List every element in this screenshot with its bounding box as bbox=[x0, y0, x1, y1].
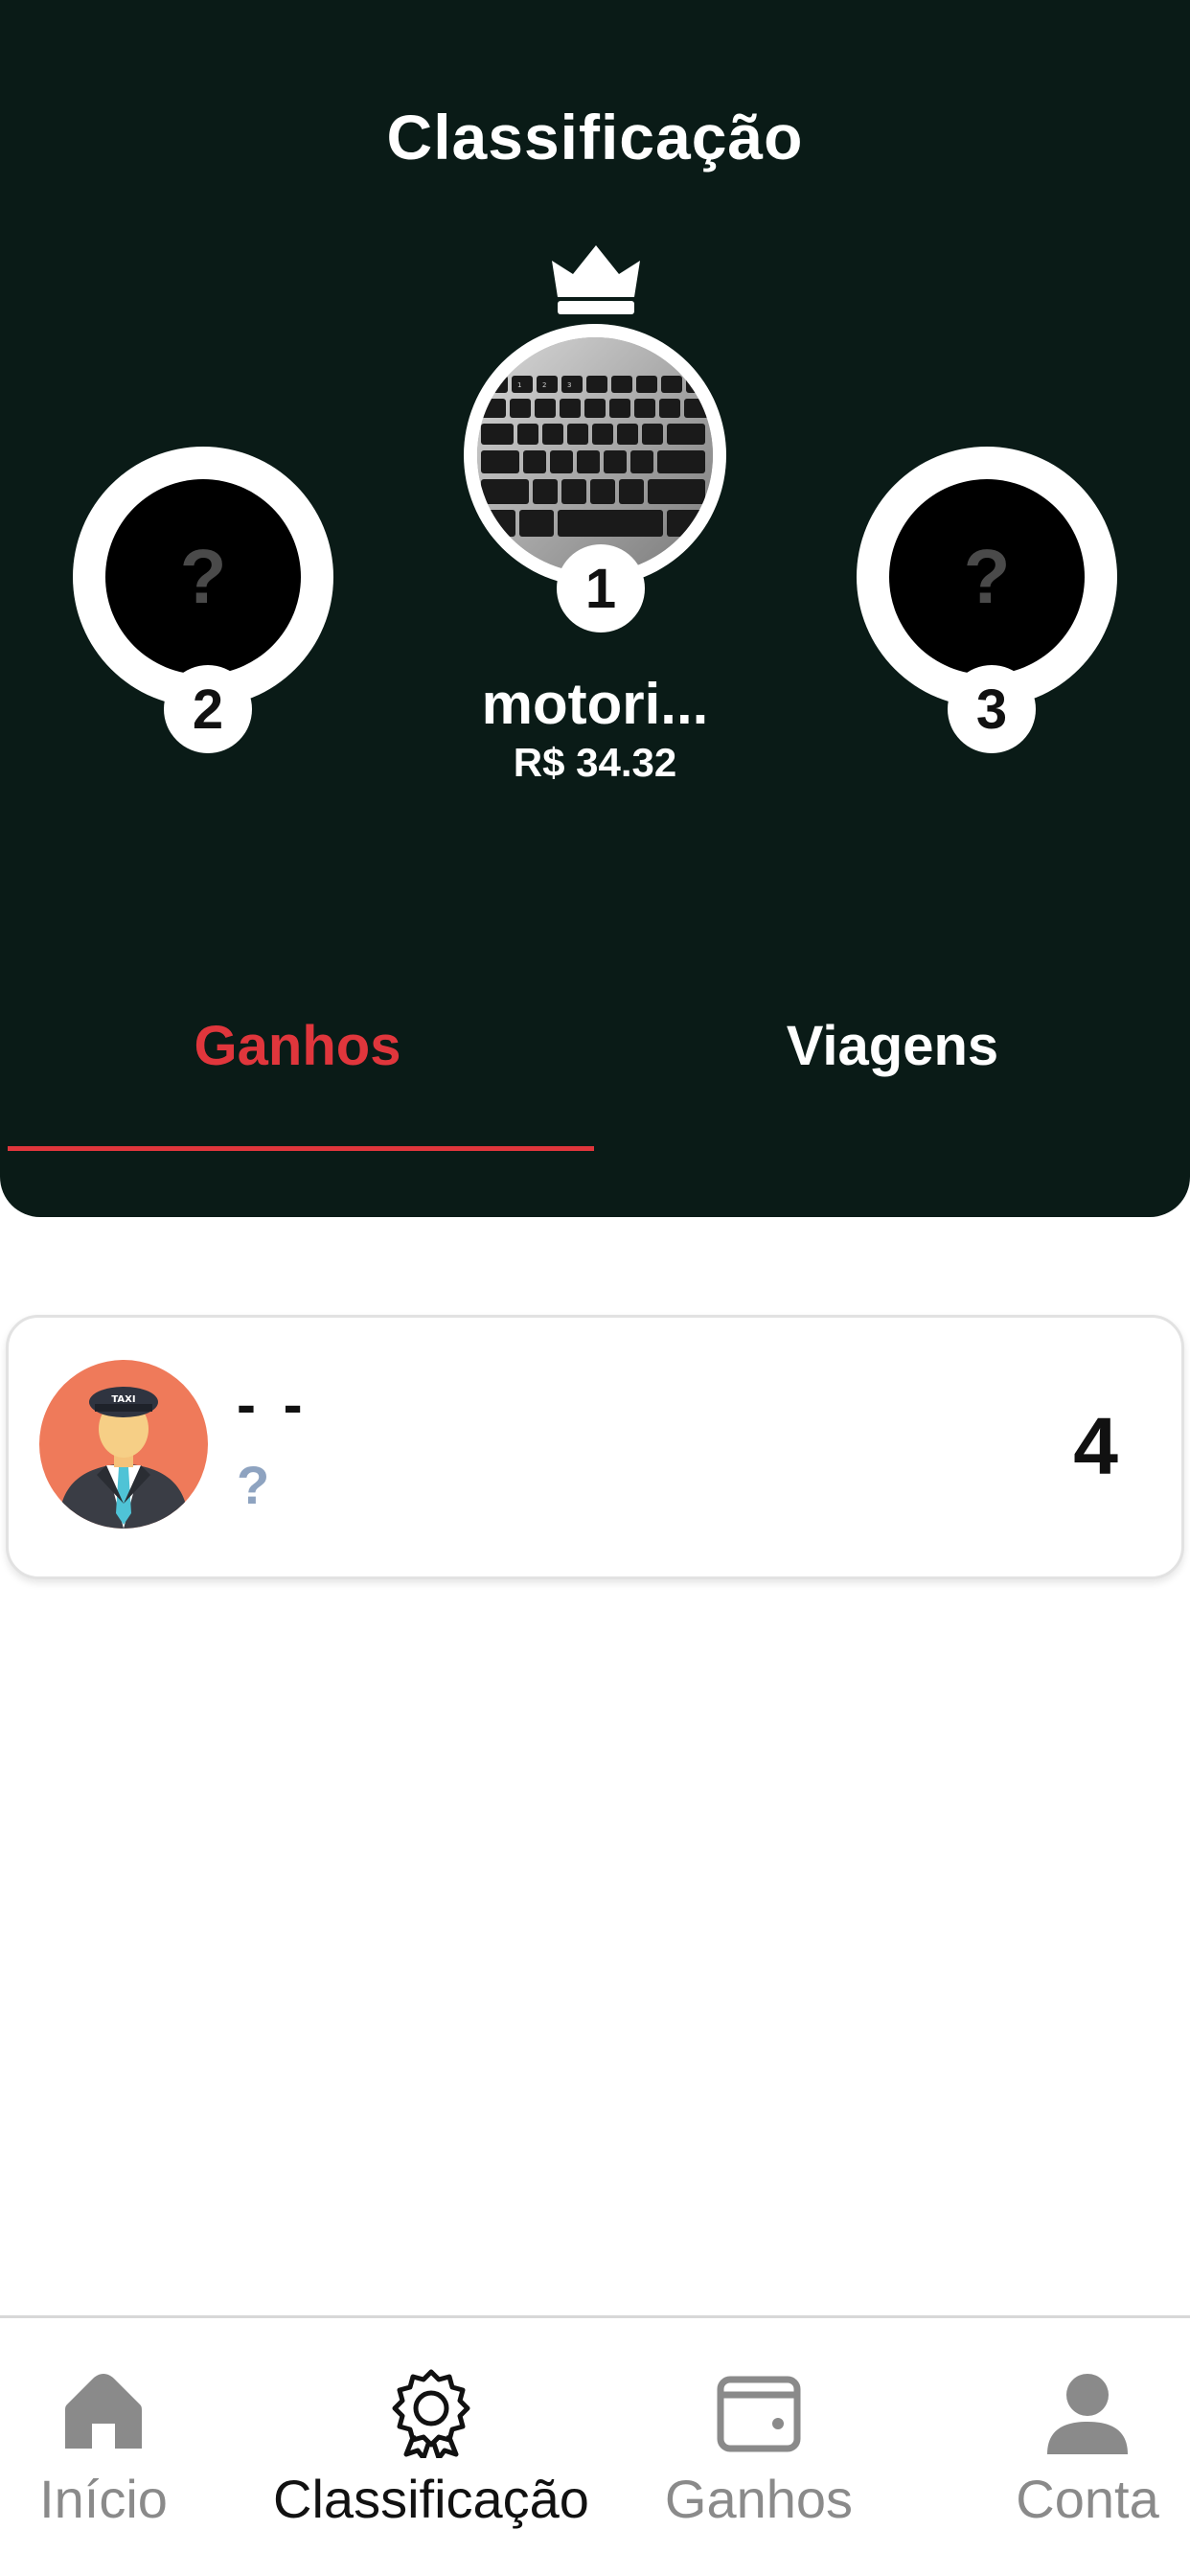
keyboard-photo: 1 2 3 bbox=[477, 337, 713, 573]
bottom-navigation: Início Classificação Ganhos Conta bbox=[0, 2315, 1190, 2576]
crown-icon bbox=[552, 245, 640, 314]
first-place-value: R$ 34.32 bbox=[513, 740, 677, 785]
nav-item-ganhos[interactable]: Ganhos bbox=[652, 2318, 866, 2576]
nav-item-classificacao[interactable]: Classificação bbox=[259, 2318, 604, 2576]
rank-badge-second: 2 bbox=[164, 665, 252, 753]
unknown-avatar-placeholder: ? bbox=[889, 479, 1085, 675]
unknown-avatar-placeholder: ? bbox=[105, 479, 301, 675]
nav-item-conta[interactable]: Conta bbox=[996, 2318, 1179, 2576]
tab-viagens[interactable]: Viagens bbox=[595, 1014, 1190, 1078]
svg-text:TAXI: TAXI bbox=[111, 1394, 135, 1405]
first-place-name: motori... bbox=[481, 672, 709, 736]
driver-value: ? bbox=[237, 1455, 270, 1515]
nav-label-inicio: Início bbox=[39, 2469, 168, 2529]
nav-label-classificacao: Classificação bbox=[273, 2469, 589, 2529]
user-icon bbox=[1047, 2374, 1128, 2454]
tab-ganhos[interactable]: Ganhos bbox=[0, 1014, 595, 1078]
active-tab-indicator bbox=[8, 1146, 594, 1151]
nav-label-ganhos: Ganhos bbox=[664, 2469, 854, 2529]
svg-text:2: 2 bbox=[542, 381, 546, 389]
driver-rank: 4 bbox=[1073, 1401, 1118, 1491]
rank-badge-first: 1 bbox=[557, 544, 645, 632]
driver-name: - - bbox=[237, 1372, 309, 1437]
ranking-list-item[interactable]: TAXI - - ? 4 bbox=[6, 1315, 1184, 1579]
page-title: Classificação bbox=[386, 102, 804, 172]
driver-avatar-icon: TAXI bbox=[39, 1360, 208, 1529]
home-icon bbox=[65, 2374, 142, 2449]
nav-item-inicio[interactable]: Início bbox=[0, 2318, 207, 2576]
ranking-header: Classificação ? 2 ? 3 1 2 3 1 motori... … bbox=[0, 0, 1190, 1217]
nav-label-conta: Conta bbox=[1016, 2469, 1159, 2529]
wallet-icon bbox=[717, 2376, 801, 2452]
award-icon bbox=[392, 2369, 470, 2458]
svg-text:1: 1 bbox=[517, 381, 521, 389]
rank-badge-third: 3 bbox=[948, 665, 1036, 753]
svg-text:3: 3 bbox=[567, 381, 571, 389]
